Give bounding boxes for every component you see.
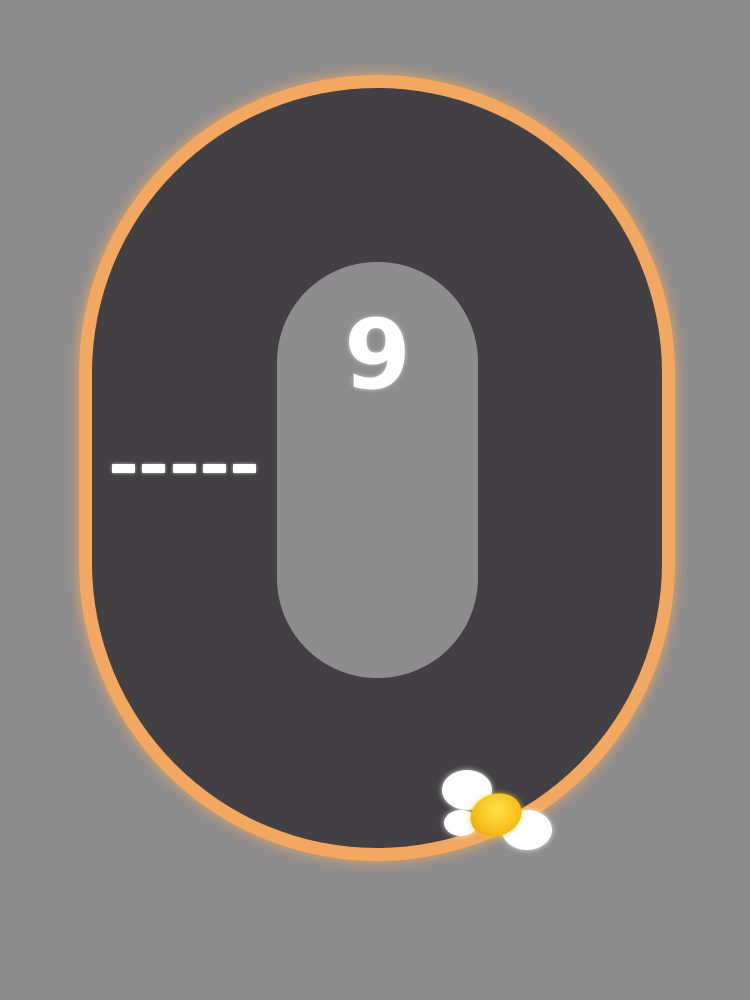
- finish-line-dash: [112, 464, 135, 473]
- finish-line: [112, 464, 256, 474]
- finish-line-dash: [172, 464, 196, 473]
- game-board[interactable]: 9: [0, 0, 750, 1000]
- finish-line-dash: [142, 464, 166, 473]
- score-counter: 9: [344, 299, 411, 411]
- finish-line-dash: [233, 464, 256, 473]
- finish-line-dash: [202, 464, 226, 473]
- player-car: [440, 766, 558, 856]
